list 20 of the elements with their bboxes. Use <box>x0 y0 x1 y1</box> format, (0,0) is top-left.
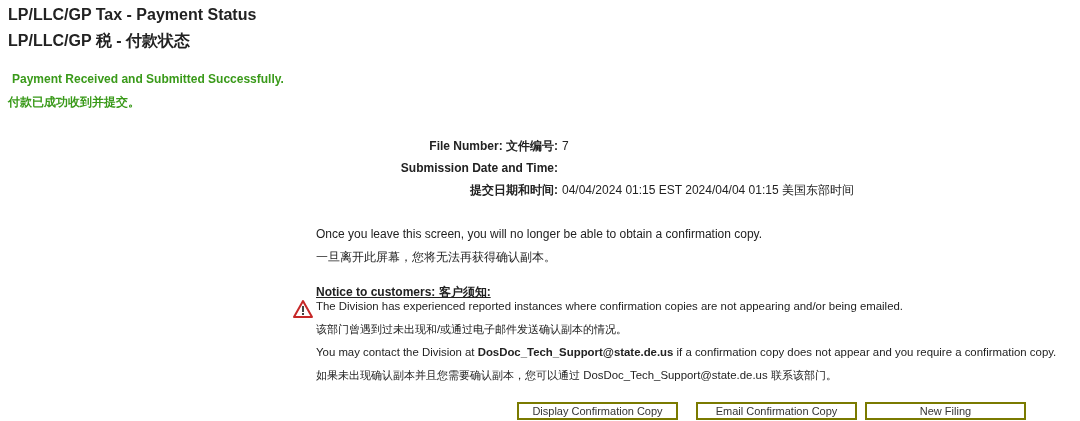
field-label: 提交日期和时间: <box>470 183 558 197</box>
notice-heading: Notice to customers: 客户须知: <box>316 285 492 299</box>
page-title: LP/LLC/GP Tax - Payment Status <box>8 6 258 24</box>
success-message: Payment Received and Submitted Successfully. <box>11 72 285 87</box>
action-button[interactable]: Display Confirmation Copy <box>517 402 678 420</box>
field-value: 04/04/2024 01:15 EST 2024/04/04 01:15 美国东部时间 <box>562 183 854 197</box>
notice-text: The Division has experienced reported instances where confirmation copies are not appearing and/or being emailed. <box>316 299 904 314</box>
notice-text: You may contact the Division at DosDoc_Tech_Support@state.de.us if a confirmation copy does not appear and you require a confirmation copy. <box>316 345 1057 360</box>
notice-text: 一旦离开此屏幕，您将无法再获得确认副本。 <box>316 250 557 265</box>
notice-text: Once you leave this screen, you will no longer be able to obtain a confirmation copy. <box>316 227 764 242</box>
notice-text: 该部门曾遇到过未出现和/或通过电子邮件发送确认副本的情况。 <box>316 322 629 337</box>
page-title: LP/LLC/GP 税 - 付款状态 <box>8 32 191 50</box>
field-value: 7 <box>562 139 569 153</box>
success-message: 付款已成功收到并提交。 <box>8 95 141 110</box>
warning-icon <box>293 300 313 318</box>
field-label: Submission Date and Time: <box>400 161 558 175</box>
field-label: File Number: 文件编号: <box>429 139 558 153</box>
action-button[interactable]: Email Confirmation Copy <box>696 402 857 420</box>
notice-text: 如果未出现确认副本并且您需要确认副本，您可以通过 DosDoc_Tech_Support@state.de.us 联系该部门。 <box>316 368 838 383</box>
action-button[interactable]: New Filing <box>865 402 1026 420</box>
